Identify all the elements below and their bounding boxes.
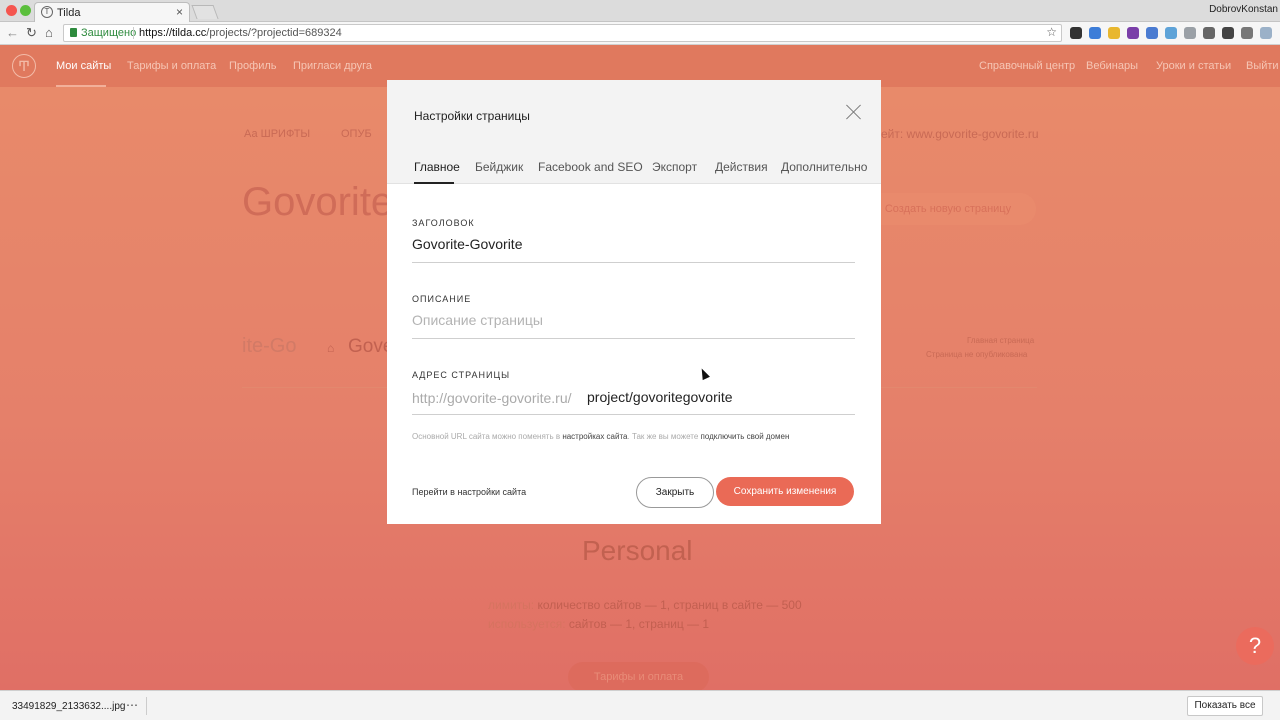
extension-icon[interactable]: [1165, 27, 1177, 39]
pricing-button[interactable]: Тарифы и оплата: [568, 662, 709, 692]
title-field[interactable]: Govorite-Govorite: [412, 236, 522, 252]
download-bar: 33491829_2133632....jpg ⋯ Показать все: [0, 690, 1280, 720]
address-field-underline: [412, 414, 855, 415]
tab-close-icon[interactable]: ×: [176, 5, 183, 19]
tilda-logo-icon[interactable]: Ͳ: [12, 54, 36, 78]
tab-facebook-seo[interactable]: Facebook and SEO: [538, 160, 643, 174]
show-all-downloads-button[interactable]: Показать все: [1187, 696, 1263, 716]
nav-lessons[interactable]: Уроки и статьи: [1156, 60, 1231, 72]
page-settings-modal: Настройки страницы Главное Бейджик Faceb…: [387, 80, 881, 524]
tab-export[interactable]: Экспорт: [652, 160, 697, 174]
plan-usage-value: сайтов — 1, страниц — 1: [568, 617, 710, 631]
close-button[interactable]: Закрыть: [636, 477, 714, 508]
home-icon: ⌂: [327, 341, 335, 355]
home-icon[interactable]: ⌂: [45, 25, 53, 40]
secure-label: Защищено: [81, 27, 137, 39]
plan-usage-label: используется:: [488, 617, 566, 631]
browser-tab[interactable]: T Tilda ×: [34, 2, 190, 22]
address-field-label: АДРЕС СТРАНИЦЫ: [412, 370, 511, 380]
modal-title: Настройки страницы: [414, 109, 530, 123]
browser-tab-bar: T Tilda × DobrovKonstan: [0, 0, 1280, 22]
domain-hint: ейт: www.govorite-govorite.ru: [881, 127, 1039, 141]
modal-header: Настройки страницы Главное Бейджик Faceb…: [387, 80, 881, 184]
extension-icon[interactable]: [1184, 27, 1196, 39]
extension-icon[interactable]: [1146, 27, 1158, 39]
url-path: /projects/?projectid=689324: [206, 27, 342, 39]
tab-additional[interactable]: Дополнительно: [781, 160, 867, 174]
extension-icon[interactable]: [1203, 27, 1215, 39]
hint-text: . Так же вы можете: [627, 432, 701, 441]
title-field-label: ЗАГОЛОВОК: [412, 218, 475, 228]
back-icon[interactable]: ←: [6, 25, 19, 40]
url-host: https://tilda.cc: [139, 27, 207, 39]
extension-icon[interactable]: [1108, 27, 1120, 39]
zoom-window-icon[interactable]: [20, 5, 31, 16]
tilda-favicon-icon: T: [41, 6, 53, 18]
lock-icon: [70, 28, 77, 37]
nav-my-sites[interactable]: Мои сайты: [56, 60, 111, 72]
site-settings-link[interactable]: Перейти в настройки сайта: [412, 487, 526, 497]
project-title: Govorite: [242, 180, 394, 224]
plan-usage: используется: сайтов — 1, страниц — 1: [488, 617, 709, 631]
download-menu-icon[interactable]: ⋯: [126, 698, 138, 712]
publish-link[interactable]: ОПУБ: [341, 128, 372, 140]
description-field-label: ОПИСАНИЕ: [412, 294, 472, 304]
downloaded-file[interactable]: 33491829_2133632....jpg: [12, 701, 125, 712]
nav-help-center[interactable]: Справочный центр: [979, 60, 1075, 72]
extension-icon[interactable]: [1260, 27, 1272, 39]
close-icon[interactable]: [846, 104, 862, 120]
tab-actions[interactable]: Действия: [715, 160, 768, 174]
tab-badge[interactable]: Бейджик: [475, 160, 523, 174]
description-field-underline: [412, 338, 855, 339]
extension-icon[interactable]: [1070, 27, 1082, 39]
help-button[interactable]: ?: [1236, 627, 1274, 665]
fonts-link[interactable]: Аа ШРИФТЫ: [244, 128, 310, 140]
title-field-underline: [412, 262, 855, 263]
url-text[interactable]: https://tilda.cc/projects/?projectid=689…: [139, 27, 342, 39]
page-thumbnail-text: ite-Go: [242, 335, 297, 357]
plan-limits-label: лимиты:: [488, 598, 535, 612]
address-hint: Основной URL сайта можно поменять в наст…: [412, 432, 789, 441]
page-status: Главная страница: [967, 336, 1035, 345]
address-separator: [133, 27, 134, 39]
hint-text: Основной URL сайта можно поменять в: [412, 432, 563, 441]
onenote-extension-icon[interactable]: [1127, 27, 1139, 39]
extension-icon[interactable]: [1222, 27, 1234, 39]
address-field[interactable]: project/govoritegovorite: [587, 389, 733, 405]
tab-main[interactable]: Главное: [414, 160, 460, 174]
plan-limits-value: количество сайтов — 1, страниц в сайте —…: [537, 598, 802, 612]
page-publish-status: Страница не опубликована: [926, 350, 1028, 359]
nav-profile[interactable]: Профиль: [229, 60, 277, 72]
plan-name: Personal: [582, 535, 693, 566]
connect-domain-link[interactable]: подключить свой домен: [701, 432, 790, 441]
nav-pricing[interactable]: Тарифы и оплата: [127, 60, 216, 72]
nav-logout[interactable]: Выйти: [1246, 60, 1279, 72]
reload-icon[interactable]: ↻: [26, 25, 37, 41]
browser-toolbar: ← ↻ ⌂ Защищено https://tilda.cc/projects…: [0, 22, 1280, 45]
tab-title: Tilda: [57, 7, 81, 19]
plan-limits: лимиты: количество сайтов — 1, страниц в…: [488, 598, 802, 612]
address-prefix: http://govorite-govorite.ru/: [412, 390, 572, 406]
browser-profile-name[interactable]: DobrovKonstan: [1209, 4, 1278, 15]
close-window-icon[interactable]: [6, 5, 17, 16]
nav-webinars[interactable]: Вебинары: [1086, 60, 1138, 72]
nav-invite-friend[interactable]: Пригласи друга: [293, 60, 372, 72]
bookmark-star-icon[interactable]: ☆: [1046, 25, 1057, 39]
site-settings-hint-link[interactable]: настройках сайта: [562, 432, 627, 441]
description-field[interactable]: Описание страницы: [412, 312, 543, 328]
create-page-button[interactable]: Создать новую страницу: [860, 193, 1036, 225]
address-bar[interactable]: Защищено https://tilda.cc/projects/?proj…: [63, 24, 1062, 42]
download-separator: [146, 697, 147, 715]
extension-icon[interactable]: [1089, 27, 1101, 39]
active-tab-indicator: [414, 182, 454, 184]
save-button[interactable]: Сохранить изменения: [716, 477, 854, 506]
extension-icon[interactable]: [1241, 27, 1253, 39]
new-tab-button[interactable]: [191, 5, 219, 19]
